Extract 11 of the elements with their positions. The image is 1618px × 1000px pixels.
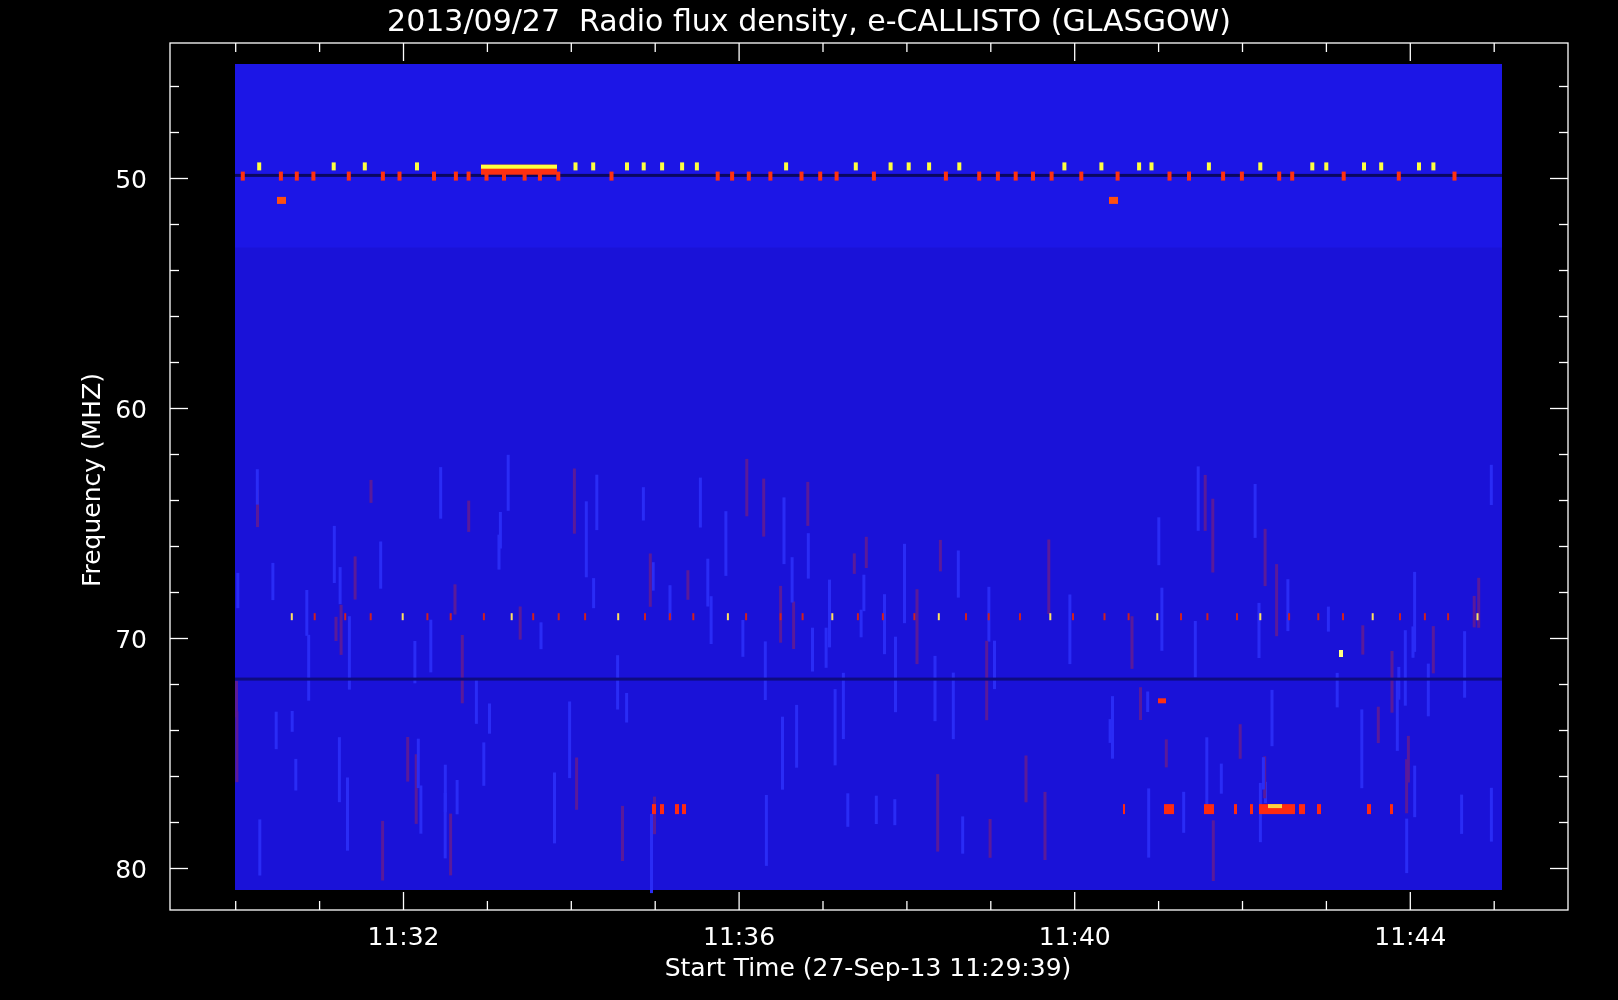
x-tick-label: 11:36 — [703, 922, 776, 951]
x-axis-label: Start Time (27-Sep-13 11:29:39) — [664, 953, 1072, 982]
x-tick-label: 11:44 — [1374, 922, 1447, 951]
y-axis-label: Frequency (MHZ) — [77, 372, 106, 588]
y-tick-label: 80 — [115, 854, 147, 884]
chart-title: 2013/09/27 Radio flux density, e-CALLISTO (GLASGOW) — [387, 3, 1231, 38]
x-tick-label: 11:40 — [1038, 922, 1111, 951]
y-tick-label: 60 — [115, 394, 147, 424]
y-tick-label: 70 — [115, 624, 147, 654]
x-tick-label: 11:32 — [367, 922, 440, 951]
y-tick-label: 50 — [115, 164, 147, 194]
